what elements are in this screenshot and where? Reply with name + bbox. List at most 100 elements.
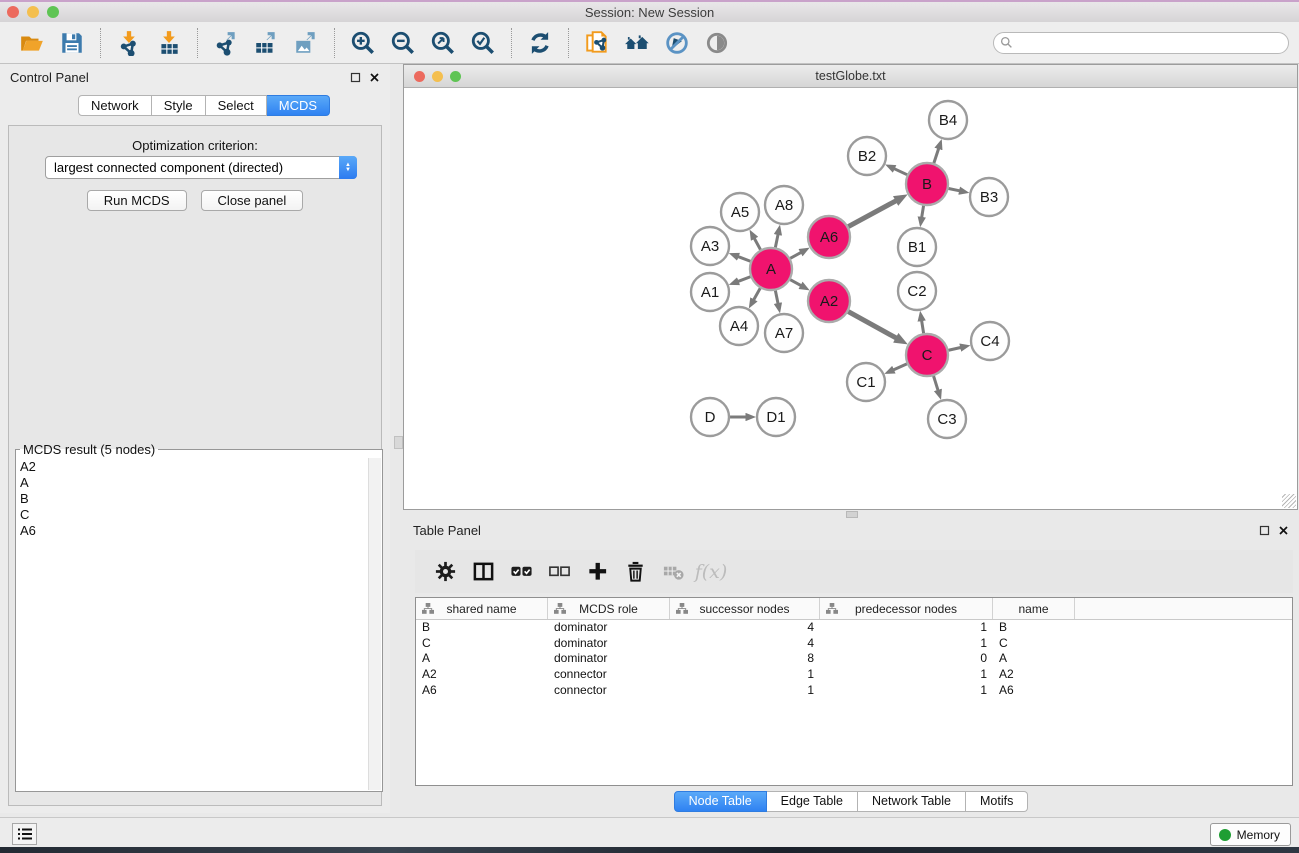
- zoom-in-button[interactable]: [348, 28, 378, 58]
- node-A8[interactable]: A8: [765, 186, 803, 224]
- column-header-predecessor-nodes[interactable]: predecessor nodes: [820, 598, 993, 619]
- edge-B-B2[interactable]: [894, 169, 907, 175]
- tab-edge-table[interactable]: Edge Table: [767, 791, 858, 812]
- cell-predecessor-nodes[interactable]: 1: [820, 620, 993, 636]
- zoom-fit-button[interactable]: [428, 28, 458, 58]
- edge-B-B3[interactable]: [949, 189, 960, 191]
- cell-predecessor-nodes[interactable]: 1: [820, 683, 993, 699]
- edge-A-A5[interactable]: [754, 238, 760, 249]
- cell-name[interactable]: B: [993, 620, 1075, 636]
- deselect-all-rows-button[interactable]: [543, 556, 575, 588]
- cell-MCDS-role[interactable]: connector: [548, 683, 670, 699]
- column-header-MCDS-role[interactable]: MCDS role: [548, 598, 670, 619]
- node-C4[interactable]: C4: [971, 322, 1009, 360]
- cell-successor-nodes[interactable]: 4: [670, 620, 820, 636]
- edge-A-A3[interactable]: [738, 257, 750, 262]
- edge-A-A2[interactable]: [790, 280, 801, 286]
- network-graph-canvas[interactable]: B4B2BB3A8A5A6A3B1AA1C2A2A4A7C4CC1C3DD1: [404, 88, 1297, 509]
- export-network-button[interactable]: [211, 28, 241, 58]
- float-table-panel-icon[interactable]: [1259, 525, 1270, 536]
- home-button[interactable]: [622, 28, 652, 58]
- table-row[interactable]: A2connector11A2: [416, 667, 1292, 683]
- task-history-button[interactable]: [12, 823, 37, 845]
- cell-name[interactable]: A2: [993, 667, 1075, 683]
- node-A6[interactable]: A6: [808, 216, 850, 258]
- cell-shared-name[interactable]: A2: [416, 667, 548, 683]
- cell-predecessor-nodes[interactable]: 1: [820, 667, 993, 683]
- export-table-button[interactable]: [251, 28, 281, 58]
- zoom-out-button[interactable]: [388, 28, 418, 58]
- cell-successor-nodes[interactable]: 8: [670, 651, 820, 667]
- result-item[interactable]: A: [20, 475, 382, 491]
- float-panel-icon[interactable]: [350, 72, 361, 83]
- node-B3[interactable]: B3: [970, 178, 1008, 216]
- mcds-result-list[interactable]: A2ABCA6: [16, 457, 382, 539]
- node-D1[interactable]: D1: [757, 398, 795, 436]
- node-A3[interactable]: A3: [691, 227, 729, 265]
- table-settings-button[interactable]: [429, 556, 461, 588]
- import-table-button[interactable]: [154, 28, 184, 58]
- node-A5[interactable]: A5: [721, 193, 759, 231]
- cell-shared-name[interactable]: B: [416, 620, 548, 636]
- cell-shared-name[interactable]: C: [416, 636, 548, 652]
- edge-A-A4[interactable]: [754, 288, 761, 300]
- tab-mcds[interactable]: MCDS: [267, 95, 330, 116]
- table-row[interactable]: A6connector11A6: [416, 683, 1292, 699]
- edge-A-A6[interactable]: [790, 252, 801, 258]
- edge-B-B1[interactable]: [922, 206, 924, 218]
- cell-MCDS-role[interactable]: dominator: [548, 620, 670, 636]
- resize-grip[interactable]: [1282, 494, 1296, 508]
- edge-C-C2[interactable]: [922, 321, 924, 334]
- cell-predecessor-nodes[interactable]: 1: [820, 636, 993, 652]
- result-item[interactable]: B: [20, 491, 382, 507]
- create-column-button[interactable]: [581, 556, 613, 588]
- edge-C-C1[interactable]: [893, 364, 906, 370]
- tab-node-table[interactable]: Node Table: [674, 791, 767, 812]
- node-C2[interactable]: C2: [898, 272, 936, 310]
- column-header-name[interactable]: name: [993, 598, 1075, 619]
- close-panel-icon[interactable]: [369, 72, 380, 83]
- save-session-button[interactable]: [57, 28, 87, 58]
- node-B4[interactable]: B4: [929, 101, 967, 139]
- show-columns-button[interactable]: [467, 556, 499, 588]
- delete-column-button[interactable]: [619, 556, 651, 588]
- search-input[interactable]: [993, 32, 1289, 54]
- edge-A-A8[interactable]: [775, 234, 778, 247]
- node-A2[interactable]: A2: [808, 280, 850, 322]
- result-item[interactable]: C: [20, 507, 382, 523]
- criterion-dropdown[interactable]: largest connected component (directed) ▲…: [45, 156, 357, 179]
- open-session-button[interactable]: [17, 28, 47, 58]
- edge-A-A1[interactable]: [738, 277, 750, 282]
- refresh-button[interactable]: [525, 28, 555, 58]
- edge-A6-B[interactable]: [848, 201, 896, 227]
- node-C3[interactable]: C3: [928, 400, 966, 438]
- cell-MCDS-role[interactable]: dominator: [548, 651, 670, 667]
- node-A1[interactable]: A1: [691, 273, 729, 311]
- cell-MCDS-role[interactable]: connector: [548, 667, 670, 683]
- tab-network[interactable]: Network: [78, 95, 152, 116]
- edge-C-C4[interactable]: [948, 348, 960, 351]
- result-scrollbar[interactable]: [368, 458, 381, 790]
- node-B[interactable]: B: [906, 163, 948, 205]
- column-header-successor-nodes[interactable]: successor nodes: [670, 598, 820, 619]
- clone-network-button[interactable]: [582, 28, 612, 58]
- edge-A-A7[interactable]: [775, 291, 778, 304]
- result-item[interactable]: A2: [20, 459, 382, 475]
- edge-C-C3[interactable]: [934, 376, 938, 390]
- export-image-button[interactable]: [291, 28, 321, 58]
- tab-select[interactable]: Select: [206, 95, 267, 116]
- split-divider-handle[interactable]: [394, 436, 403, 449]
- tab-motifs[interactable]: Motifs: [966, 791, 1028, 812]
- column-header-shared-name[interactable]: shared name: [416, 598, 548, 619]
- cell-shared-name[interactable]: A6: [416, 683, 548, 699]
- result-item[interactable]: A6: [20, 523, 382, 539]
- close-table-panel-icon[interactable]: [1278, 525, 1289, 536]
- cell-successor-nodes[interactable]: 1: [670, 683, 820, 699]
- node-C[interactable]: C: [906, 334, 948, 376]
- node-B2[interactable]: B2: [848, 137, 886, 175]
- table-row[interactable]: Cdominator41C: [416, 636, 1292, 652]
- tab-style[interactable]: Style: [152, 95, 206, 116]
- select-all-rows-button[interactable]: [505, 556, 537, 588]
- table-row[interactable]: Adominator80A: [416, 651, 1292, 667]
- table-row[interactable]: Bdominator41B: [416, 620, 1292, 636]
